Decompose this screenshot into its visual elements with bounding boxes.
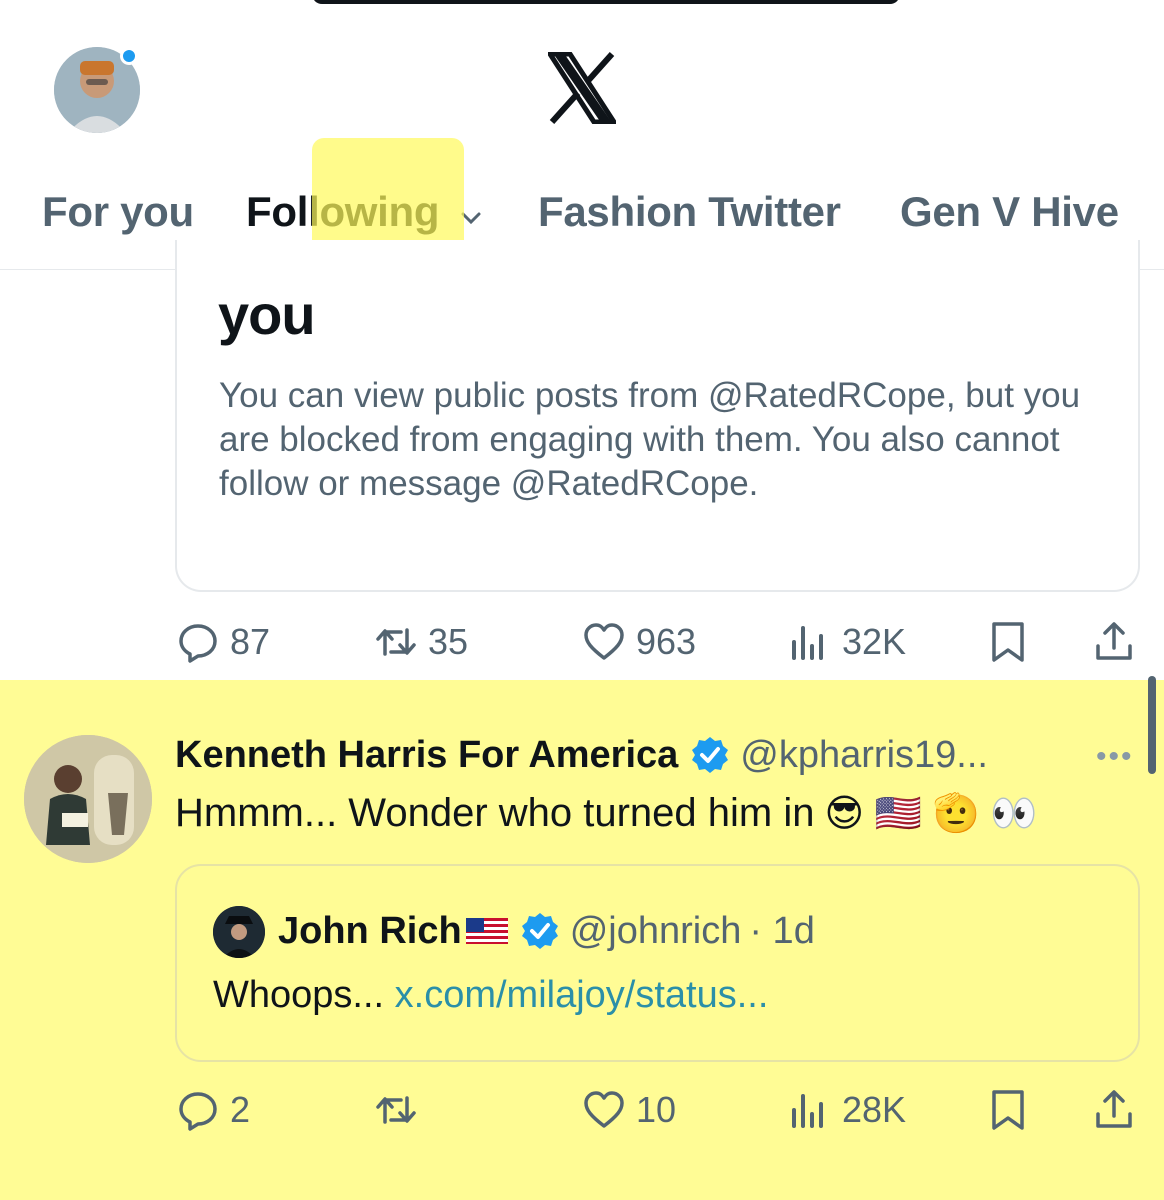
device-notch [312, 0, 900, 4]
reply-icon [179, 624, 217, 663]
heart-icon [584, 1091, 624, 1128]
author-name[interactable]: Kenneth Harris For America [175, 734, 678, 777]
notification-dot [120, 47, 138, 65]
repost-button[interactable]: 35 [374, 612, 468, 672]
share-button[interactable] [1092, 612, 1136, 672]
views-count: 28K [842, 1089, 907, 1130]
tab-gen-v-hive[interactable]: Gen V Hive [900, 188, 1119, 236]
views-count: 32K [842, 621, 907, 662]
repost-icon [376, 628, 416, 656]
scrollbar[interactable] [1148, 676, 1156, 774]
reply-count: 2 [230, 1089, 251, 1130]
bookmark-icon [992, 622, 1024, 662]
quote-author-line: John Rich @johnrich · 1d [278, 905, 815, 957]
quote-link[interactable]: x.com/milajoy/status... [395, 974, 769, 1016]
views-chart-icon [792, 626, 823, 660]
repost-icon [376, 1096, 416, 1124]
like-button[interactable]: 963 [582, 612, 696, 672]
reply-button[interactable]: 2 [176, 1080, 250, 1140]
tweet-actions: 2 10 28K [0, 1080, 1164, 1140]
bookmark-button[interactable] [986, 1080, 1030, 1140]
bookmark-icon [992, 1090, 1024, 1130]
x-home-timeline: For you Following Fashion Twitter Gen V … [0, 0, 1164, 1200]
blocked-notice-title: you [218, 283, 316, 346]
reply-count: 87 [230, 621, 271, 662]
views-button[interactable]: 32K [788, 612, 906, 672]
share-icon [1096, 622, 1132, 660]
verified-badge-icon [692, 737, 729, 773]
views-chart-icon [792, 1094, 823, 1128]
like-count: 10 [636, 1089, 677, 1130]
quote-author-name[interactable]: John Rich [278, 910, 462, 953]
blocked-notice-text: You can view public posts from @RatedRCo… [219, 376, 1081, 503]
x-logo-icon[interactable] [545, 51, 619, 125]
reply-button[interactable]: 87 [176, 612, 270, 672]
us-flag-icon [465, 918, 508, 944]
like-button[interactable]: 10 [582, 1080, 676, 1140]
heart-icon [584, 623, 624, 660]
quote-author-handle[interactable]: @johnrich [570, 910, 742, 953]
more-options-icon[interactable]: ••• [1096, 740, 1134, 774]
quote-timestamp[interactable]: · 1d [749, 910, 814, 953]
repost-count: 35 [428, 621, 469, 662]
verified-badge-icon [521, 913, 558, 949]
views-button[interactable]: 28K [788, 1080, 906, 1140]
share-icon [1096, 1090, 1132, 1128]
quoted-tweet[interactable] [175, 864, 1140, 1062]
quote-author-avatar[interactable] [213, 906, 265, 958]
repost-button[interactable] [374, 1080, 428, 1140]
tweet-author-line: Kenneth Harris For America @kpharris19..… [175, 730, 988, 780]
reply-icon [179, 1092, 217, 1131]
like-count: 963 [636, 621, 697, 662]
tab-fashion-twitter[interactable]: Fashion Twitter [538, 188, 841, 236]
tweet-body: Hmmm... Wonder who turned him in [175, 790, 815, 835]
author-handle[interactable]: @kpharris19... [740, 734, 988, 777]
quote-text: Whoops... x.com/milajoy/status... [213, 974, 768, 1017]
author-avatar[interactable] [24, 735, 152, 863]
quote-body: Whoops... [213, 974, 385, 1016]
tweet-emojis: 😎 🇺🇸 🫡 👀 [824, 792, 1038, 835]
bookmark-button[interactable] [986, 612, 1030, 672]
tab-for-you[interactable]: For you [42, 188, 194, 236]
tweet-actions: 87 35 963 32K [0, 612, 1164, 672]
share-button[interactable] [1092, 1080, 1136, 1140]
tweet-text: Hmmm... Wonder who turned him in 😎 🇺🇸 🫡 … [175, 788, 1038, 838]
